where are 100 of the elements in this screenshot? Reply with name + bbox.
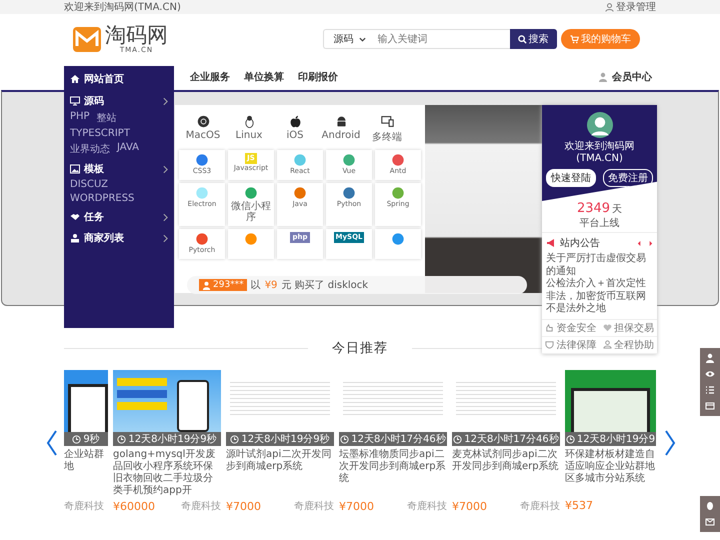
chevron-icon bbox=[163, 164, 168, 174]
subcategory-link[interactable]: PHP bbox=[70, 111, 90, 125]
seller-name: 奇鹿科技 bbox=[520, 500, 560, 513]
notice-title: 站内公告 bbox=[560, 236, 600, 250]
days-count: 2349 bbox=[576, 201, 610, 216]
subcategory-link[interactable]: TYPESCRIPT bbox=[70, 128, 130, 139]
product-title[interactable]: 源叶试剂api二次开发同步到商城erp系统 bbox=[226, 449, 334, 497]
login-button[interactable]: 快速登陆 bbox=[546, 169, 596, 187]
countdown-bar: 12天8小时17分46秒 bbox=[339, 432, 447, 446]
search-field[interactable]: 输入关键词 bbox=[374, 29, 510, 49]
category-select[interactable]: 源码 bbox=[322, 29, 374, 49]
register-button[interactable]: 免费注册 bbox=[603, 169, 653, 187]
product-price: ¥7000 bbox=[226, 500, 261, 512]
heart-icon bbox=[602, 323, 612, 332]
platform-label: Linux bbox=[236, 130, 262, 141]
user-icon bbox=[70, 233, 80, 243]
user-icon bbox=[605, 2, 614, 12]
nav-link[interactable]: 企业服务 bbox=[190, 70, 230, 84]
tech-tile[interactable]: 微信小程序 bbox=[228, 183, 274, 226]
user-icon bbox=[602, 340, 612, 349]
days-unit: 天 bbox=[612, 203, 622, 216]
product-title[interactable]: 企业站群地 bbox=[64, 449, 108, 497]
ticker-amount: ¥9 bbox=[264, 280, 278, 290]
clock-icon bbox=[453, 434, 462, 444]
previous-icon[interactable] bbox=[637, 240, 642, 246]
login-link[interactable]: 登录管理 bbox=[605, 0, 656, 14]
os-logo-icon[interactable] bbox=[196, 115, 210, 128]
category-link[interactable]: 模板 bbox=[70, 161, 168, 177]
product-card[interactable]: 9秒 企业站群地 奇鹿科技 bbox=[64, 370, 108, 513]
apple-icon[interactable] bbox=[288, 115, 302, 128]
home-link[interactable]: 网站首页 bbox=[70, 70, 168, 88]
avatar-icon bbox=[586, 112, 612, 138]
tech-tile[interactable] bbox=[375, 229, 421, 259]
subcategory-link[interactable]: 业界动态 bbox=[70, 142, 110, 156]
subcategory-link[interactable]: JAVA bbox=[117, 142, 140, 156]
seller-name: 奇鹿科技 bbox=[407, 500, 447, 513]
tech-tile[interactable] bbox=[228, 229, 274, 259]
notice-link[interactable]: 关于严厉打击虚假交易的通知 bbox=[542, 253, 657, 278]
product-price: ¥537 bbox=[565, 499, 593, 512]
platform-label: Android bbox=[322, 130, 360, 141]
clock-icon bbox=[340, 434, 350, 444]
user-icon bbox=[202, 280, 211, 290]
subcategory-link[interactable]: DISCUZ bbox=[70, 179, 108, 190]
feature-label: 法律保障 bbox=[556, 338, 596, 352]
shield-icon bbox=[545, 340, 554, 349]
monitor-icon bbox=[70, 96, 80, 106]
clock-icon bbox=[230, 434, 240, 444]
notice-link[interactable]: 公检法介入＋首次定性非法，加密货币互联网不是法外之地 bbox=[542, 278, 657, 316]
list-icon[interactable] bbox=[705, 385, 715, 395]
product-title[interactable]: 环保建材板材建造自适应响应企业站群地区多城市分站系统 bbox=[565, 449, 656, 497]
chevron-icon bbox=[163, 234, 168, 242]
chevron-icon bbox=[163, 96, 168, 106]
next-icon[interactable] bbox=[648, 240, 653, 246]
ticker-text: 以 bbox=[250, 278, 261, 292]
nav-link[interactable]: 单位换算 bbox=[244, 70, 284, 84]
member-center-link[interactable]: 会员中心 bbox=[598, 70, 652, 84]
android-icon[interactable] bbox=[334, 115, 348, 128]
countdown-bar: 12天8小时17分46秒 bbox=[452, 432, 560, 446]
feature-label: 全程协助 bbox=[614, 338, 654, 352]
welcome-text: 欢迎来到淘码网(TMA.CN) bbox=[564, 141, 636, 165]
search-icon bbox=[518, 34, 526, 44]
clock-icon bbox=[117, 434, 126, 444]
subcategory-link[interactable]: WORDPRESS bbox=[70, 193, 134, 204]
subcategory-link[interactable]: 整站 bbox=[96, 111, 117, 125]
platform-label: MacOS bbox=[186, 130, 220, 141]
devices-icon[interactable] bbox=[380, 115, 394, 128]
platform-label: 多终端 bbox=[372, 130, 402, 144]
search-button[interactable]: 搜索 bbox=[510, 29, 556, 49]
days-label: 平台上线 bbox=[580, 216, 620, 230]
tech-label: 微信小程序 bbox=[230, 201, 272, 223]
eye-icon[interactable] bbox=[705, 369, 715, 379]
ticket-icon[interactable] bbox=[705, 401, 715, 411]
welcome-text: 欢迎来到淘码网(TMA.CN) bbox=[64, 0, 181, 14]
chevron-icon bbox=[163, 212, 168, 222]
countdown-bar: 12天8小时19分9秒 bbox=[226, 432, 334, 446]
category-link[interactable]: 任务 bbox=[70, 209, 168, 225]
buyer-badge: 293*** bbox=[199, 279, 247, 291]
product-title[interactable]: 麦克林试剂同步api二次开发同步到商城erp系统 bbox=[452, 449, 560, 497]
product-title[interactable]: golang+mysql开发废品回收小程序系统环保旧衣物回收二手垃圾分类手机预约app开 bbox=[113, 449, 221, 497]
user-icon[interactable] bbox=[705, 353, 715, 363]
nav-link[interactable]: 印刷报价 bbox=[298, 70, 338, 84]
clock-icon bbox=[566, 434, 575, 444]
seller-name: 奇鹿科技 bbox=[294, 500, 334, 513]
product-price: ¥7000 bbox=[339, 500, 374, 512]
countdown-bar: 12天8小时19分9 bbox=[565, 432, 656, 446]
image-icon bbox=[70, 164, 80, 174]
feature-label: 资金安全 bbox=[556, 322, 596, 334]
cart-icon bbox=[570, 34, 579, 44]
category-link[interactable]: 源码 bbox=[70, 93, 168, 109]
product-price: ¥60000 bbox=[113, 500, 155, 512]
countdown-bar: 12天8小时19分9秒 bbox=[113, 432, 221, 446]
product-title[interactable]: 坛墨标准物质同步api二次开发同步到商城erp系统 bbox=[339, 449, 447, 497]
seller-name: 奇鹿科技 bbox=[64, 500, 104, 513]
mail-icon[interactable] bbox=[705, 517, 715, 527]
product-card[interactable]: 12天8小时19分9秒 golang+mysql开发废品回收小程序系统环保旧衣物回收二手垃圾分类手机预约app开 ¥60000 奇鹿科技 bbox=[113, 370, 221, 513]
feature-label: 担保交易 bbox=[614, 322, 654, 334]
clock-icon bbox=[72, 434, 82, 444]
caret-icon bbox=[358, 36, 366, 42]
category-link[interactable]: 商家列表 bbox=[70, 230, 168, 246]
user-icon bbox=[598, 72, 608, 82]
